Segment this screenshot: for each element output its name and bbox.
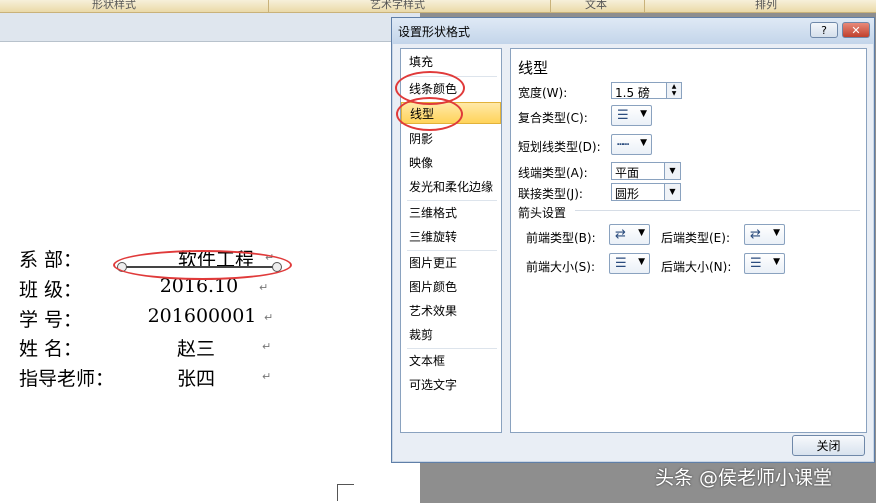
ribbon-group-wordart-styles[interactable]: 艺术字样式 (370, 0, 425, 12)
paragraph-mark-icon: ↵ (262, 370, 272, 383)
watermark: 头条 @侯老师小课堂 (655, 467, 833, 489)
ruler (0, 13, 420, 42)
ribbon-group-text[interactable]: 文本 (585, 0, 607, 12)
nav-alt-text[interactable]: 可选文字 (401, 374, 501, 396)
begin-type-label: 前端类型(B): (526, 231, 596, 245)
chevron-down-icon: ▼ (773, 228, 780, 238)
end-size-label: 后端大小(N): (661, 260, 732, 274)
nav-separator (407, 200, 497, 201)
begin-type-dropdown[interactable]: ⇄ ▼ (609, 224, 650, 245)
nav-3d-rotation[interactable]: 三维旋转 (401, 226, 501, 248)
close-icon[interactable]: ✕ (842, 22, 870, 38)
doc-value: 201600001 (147, 305, 257, 327)
width-spinner[interactable]: 1.5 磅 ▲ ▼ (611, 82, 682, 100)
doc-label: 班 级： (19, 279, 83, 301)
chevron-down-icon: ▼ (638, 228, 645, 238)
annotation-circle-line (113, 250, 292, 280)
cap-type-value: 平面 (615, 166, 640, 180)
group-divider (575, 210, 860, 211)
nav-artistic-effects[interactable]: 艺术效果 (401, 300, 501, 322)
nav-crop[interactable]: 裁剪 (401, 324, 501, 346)
dialog-titlebar[interactable]: 设置形状格式 ? ✕ (392, 18, 874, 44)
paragraph-mark-icon: ↵ (259, 281, 269, 294)
doc-label: 系 部： (19, 249, 83, 271)
begin-size-label: 前端大小(S): (526, 260, 596, 274)
compound-type-dropdown[interactable]: ☰ ▼ (611, 105, 652, 126)
nav-picture-corrections[interactable]: 图片更正 (401, 252, 501, 274)
chevron-down-icon[interactable]: ▼ (664, 184, 680, 200)
end-type-label: 后端类型(E): (661, 231, 730, 245)
spinner-arrows-icon[interactable]: ▲ ▼ (666, 83, 681, 98)
chevron-down-icon: ▼ (773, 257, 780, 267)
ribbon-group-arrange[interactable]: 排列 (755, 0, 777, 12)
line-style-panel: 线型 宽度(W): 1.5 磅 ▲ ▼ 复合类型(C): ☰ ▼ 短划线类型(D)… (510, 48, 867, 433)
section-title: 线型 (518, 59, 549, 77)
ribbon-separator (268, 0, 269, 12)
nav-reflection[interactable]: 映像 (401, 152, 501, 174)
ribbon-group-shape-styles[interactable]: 形状样式 (92, 0, 136, 12)
dash-type-dropdown[interactable]: ┅┅ ▼ (611, 134, 652, 155)
join-type-label: 联接类型(J): (518, 187, 583, 201)
arrow-type-icon: ⇄ (615, 227, 626, 242)
doc-label: 指导老师： (19, 368, 115, 390)
paragraph-mark-icon: ↵ (264, 311, 274, 324)
annotation-circle-line-style (396, 97, 463, 131)
nav-separator (407, 250, 497, 251)
help-button[interactable]: ? (810, 22, 838, 38)
dialog-title: 设置形状格式 (398, 25, 471, 39)
nav-fill[interactable]: 填充 (401, 51, 501, 73)
compound-type-label: 复合类型(C): (518, 111, 588, 125)
nav-3d-format[interactable]: 三维格式 (401, 202, 501, 224)
ribbon-strip: 形状样式 艺术字样式 文本 排列 (0, 0, 876, 13)
cap-type-select[interactable]: 平面 ▼ (611, 162, 681, 180)
nav-text-box[interactable]: 文本框 (401, 350, 501, 372)
crop-mark (337, 484, 354, 501)
arrow-size-icon: ☰ (615, 256, 627, 271)
ribbon-separator (644, 0, 645, 12)
dash-type-label: 短划线类型(D): (518, 140, 601, 154)
close-button[interactable]: 关闭 (792, 435, 865, 456)
chevron-down-icon[interactable]: ▼ (664, 163, 680, 179)
compound-lines-icon: ☰ (617, 108, 629, 123)
chevron-down-icon: ▼ (638, 257, 645, 267)
end-size-dropdown[interactable]: ☰ ▼ (744, 253, 785, 274)
arrow-type-icon: ⇄ (750, 227, 761, 242)
width-label: 宽度(W): (518, 86, 568, 100)
chevron-down-icon: ▼ (640, 138, 647, 148)
doc-value: 张四 (176, 368, 215, 390)
paragraph-mark-icon: ↵ (262, 340, 272, 353)
arrow-settings-title: 箭头设置 (518, 206, 567, 220)
nav-shadow[interactable]: 阴影 (401, 128, 501, 150)
width-value: 1.5 磅 (615, 86, 650, 100)
nav-glow-soft-edges[interactable]: 发光和柔化边缘 (401, 176, 501, 198)
doc-label: 学 号： (19, 309, 83, 331)
join-type-select[interactable]: 圆形 ▼ (611, 183, 681, 201)
ribbon-separator (550, 0, 551, 12)
end-type-dropdown[interactable]: ⇄ ▼ (744, 224, 785, 245)
dash-lines-icon: ┅┅ (617, 138, 629, 151)
doc-label: 姓 名： (19, 338, 83, 360)
doc-value: 赵三 (176, 338, 215, 360)
join-type-value: 圆形 (615, 187, 640, 201)
begin-size-dropdown[interactable]: ☰ ▼ (609, 253, 650, 274)
arrow-size-icon: ☰ (750, 256, 762, 271)
cap-type-label: 线端类型(A): (518, 166, 588, 180)
chevron-down-icon: ▼ (640, 109, 647, 119)
nav-picture-color[interactable]: 图片颜色 (401, 276, 501, 298)
nav-separator (407, 348, 497, 349)
